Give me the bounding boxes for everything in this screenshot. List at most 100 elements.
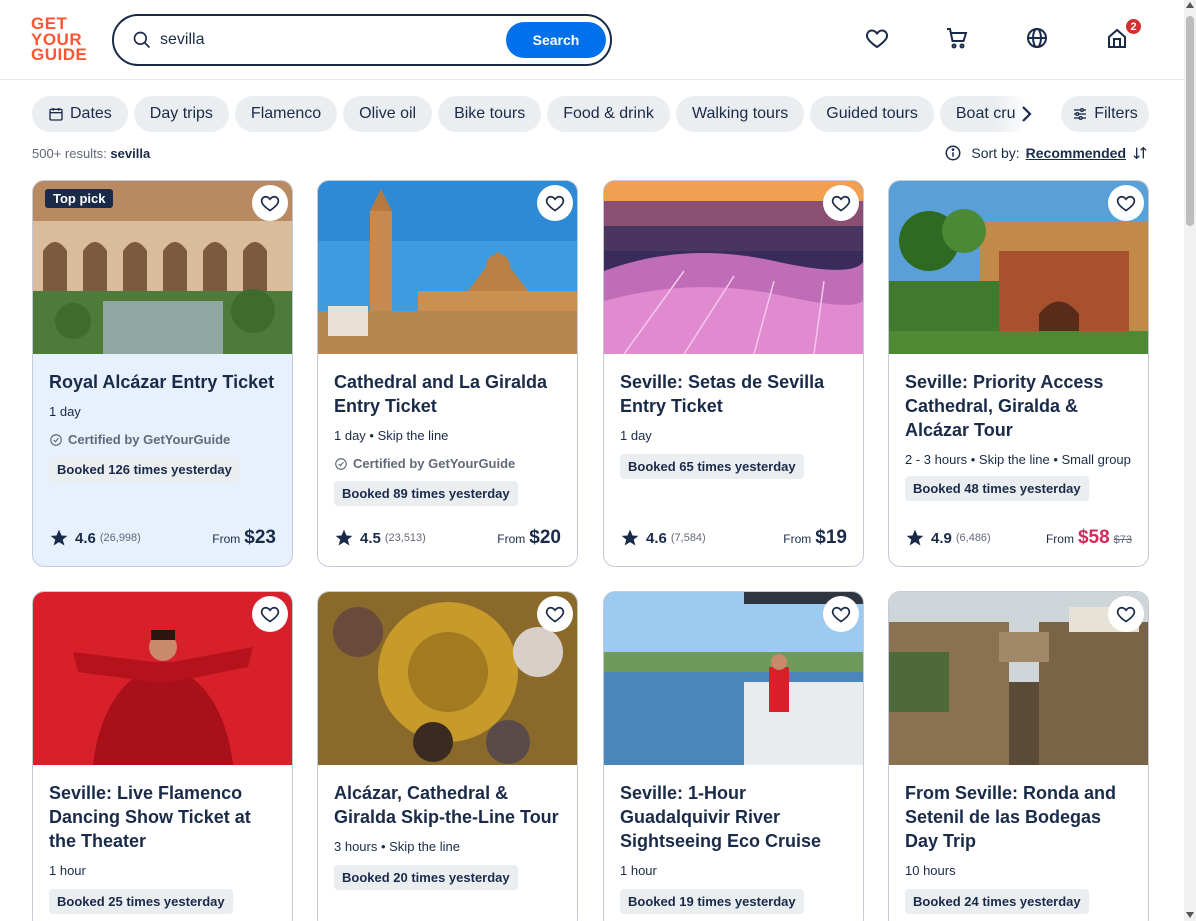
activity-card[interactable]: Seville: Priority Access Cathedral, Gira…	[888, 180, 1149, 567]
wishlist-button[interactable]	[537, 596, 573, 632]
activity-card[interactable]: Alcázar, Cathedral & Giralda Skip-the-Li…	[317, 591, 578, 921]
price: From $20	[497, 527, 561, 549]
activity-image[interactable]	[604, 592, 863, 765]
booked-badge: Booked 65 times yesterday	[620, 454, 804, 479]
activity-title[interactable]: Seville: 1-Hour Guadalquivir River Sight…	[620, 781, 847, 853]
review-count: (7,584)	[670, 532, 706, 544]
bookings-count-badge: 2	[1124, 17, 1143, 36]
activity-meta: 1 day	[49, 404, 81, 419]
heart-icon	[545, 195, 565, 212]
search-box[interactable]: sevilla Search	[112, 14, 612, 66]
activity-title[interactable]: From Seville: Ronda and Setenil de las B…	[905, 781, 1132, 853]
price-from: From	[497, 532, 526, 546]
original-price: $73	[1113, 534, 1132, 546]
chip-day-trips[interactable]: Day trips	[133, 96, 229, 132]
sliders-icon	[1074, 108, 1087, 120]
price: From $58 $73	[1046, 527, 1132, 549]
chip-flamenco[interactable]: Flamenco	[234, 96, 338, 132]
activity-card[interactable]: Seville: 1-Hour Guadalquivir River Sight…	[603, 591, 864, 921]
star-icon	[335, 529, 353, 546]
cart-icon[interactable]	[945, 26, 969, 50]
wishlist-button[interactable]	[537, 185, 573, 221]
getyourguide-logo[interactable]: GET YOUR GUIDE	[31, 15, 91, 64]
search-input[interactable]: sevilla	[160, 30, 204, 50]
heart-icon	[545, 606, 565, 623]
activity-card[interactable]: From Seville: Ronda and Setenil de las B…	[888, 591, 1149, 921]
activity-image[interactable]: Top pick	[33, 181, 292, 354]
activity-title[interactable]: Alcázar, Cathedral & Giralda Skip-the-Li…	[334, 781, 561, 829]
chip-bike-tours[interactable]: Bike tours	[438, 96, 542, 132]
activity-image[interactable]	[604, 181, 863, 354]
heart-icon	[260, 195, 280, 212]
activity-title[interactable]: Cathedral and La Giralda Entry Ticket	[334, 370, 561, 418]
activity-card[interactable]: Cathedral and La Giralda Entry Ticket 1 …	[317, 180, 578, 567]
certified-text: Certified by GetYourGuide	[68, 432, 231, 447]
rating-value: 4.9	[931, 529, 952, 547]
activity-image[interactable]	[889, 181, 1148, 354]
wishlist-button[interactable]	[1108, 596, 1144, 632]
activity-title[interactable]: Seville: Setas de Sevilla Entry Ticket	[620, 370, 847, 418]
heart-icon	[1116, 195, 1136, 212]
activity-card[interactable]: Top pick Royal Alcázar Entry Ticket 1 da…	[32, 180, 293, 567]
sort-bar: Sort by: Recommended	[944, 144, 1148, 162]
search-button[interactable]: Search	[506, 22, 606, 58]
chevron-right-icon[interactable]	[1014, 102, 1038, 126]
rating: 4.5 (23,513)	[334, 528, 426, 548]
price-value: $23	[244, 527, 276, 548]
check-badge-icon	[335, 457, 347, 470]
wishlist-button[interactable]	[823, 185, 859, 221]
heart-icon[interactable]	[865, 26, 889, 50]
filter-chips: Dates Day trips Flamenco Olive oil Bike tou…	[32, 96, 1042, 132]
filters-button[interactable]: Filters	[1061, 96, 1149, 132]
chip-walking-tours[interactable]: Walking tours	[675, 96, 805, 132]
activity-title[interactable]: Royal Alcázar Entry Ticket	[49, 370, 276, 394]
chip-olive-oil[interactable]: Olive oil	[343, 96, 433, 132]
activity-image[interactable]	[318, 592, 577, 765]
sort-dropdown[interactable]: Recommended	[1026, 145, 1126, 161]
globe-icon[interactable]	[1025, 26, 1049, 50]
scrollbar[interactable]	[1184, 0, 1196, 921]
heart-icon	[260, 606, 280, 623]
activity-title[interactable]: Seville: Live Flamenco Dancing Show Tick…	[49, 781, 276, 853]
scroll-thumb[interactable]	[1186, 16, 1194, 226]
wishlist-button[interactable]	[252, 596, 288, 632]
activity-meta: 3 hours • Skip the line	[334, 839, 460, 854]
logo-line: GUIDE	[31, 45, 88, 64]
chip-guided-tours[interactable]: Guided tours	[810, 96, 934, 132]
booked-badge: Booked 25 times yesterday	[49, 889, 233, 914]
certified-text: Certified by GetYourGuide	[353, 456, 516, 471]
info-icon[interactable]	[944, 144, 962, 162]
sort-icon[interactable]	[1132, 145, 1148, 161]
rating-value: 4.6	[75, 529, 96, 547]
check-badge-icon	[50, 433, 62, 446]
certified-label: Certified by GetYourGuide	[334, 456, 561, 471]
booked-badge: Booked 89 times yesterday	[334, 481, 518, 506]
activity-card[interactable]: Seville: Setas de Sevilla Entry Ticket 1…	[603, 180, 864, 567]
star-icon	[621, 529, 639, 546]
rating: 4.9 (6,486)	[905, 528, 991, 548]
results-query: sevilla	[110, 146, 151, 161]
review-count: (23,513)	[384, 532, 426, 544]
activity-meta: 1 day • Skip the line	[334, 428, 449, 443]
review-count: (6,486)	[955, 532, 991, 544]
wishlist-button[interactable]	[252, 185, 288, 221]
booked-badge: Booked 19 times yesterday	[620, 889, 804, 914]
chip-food-drink[interactable]: Food & drink	[547, 96, 670, 132]
wishlist-button[interactable]	[823, 596, 859, 632]
activity-card[interactable]: Seville: Live Flamenco Dancing Show Tick…	[32, 591, 293, 921]
chip-dates[interactable]: Dates	[32, 96, 128, 132]
activity-title[interactable]: Seville: Priority Access Cathedral, Gira…	[905, 370, 1132, 442]
wishlist-button[interactable]	[1108, 185, 1144, 221]
activity-meta: 1 hour	[49, 863, 86, 878]
scroll-down-arrow[interactable]	[1186, 912, 1194, 918]
scroll-up-arrow[interactable]	[1186, 2, 1194, 8]
activity-meta: 1 hour	[620, 863, 657, 878]
heart-icon	[831, 195, 851, 212]
rating-value: 4.5	[360, 529, 381, 547]
rating-value: 4.6	[646, 529, 667, 547]
booked-badge: Booked 24 times yesterday	[905, 889, 1089, 914]
activity-image[interactable]	[318, 181, 577, 354]
activity-image[interactable]	[889, 592, 1148, 765]
chip-label: Dates	[70, 105, 112, 122]
activity-image[interactable]	[33, 592, 292, 765]
